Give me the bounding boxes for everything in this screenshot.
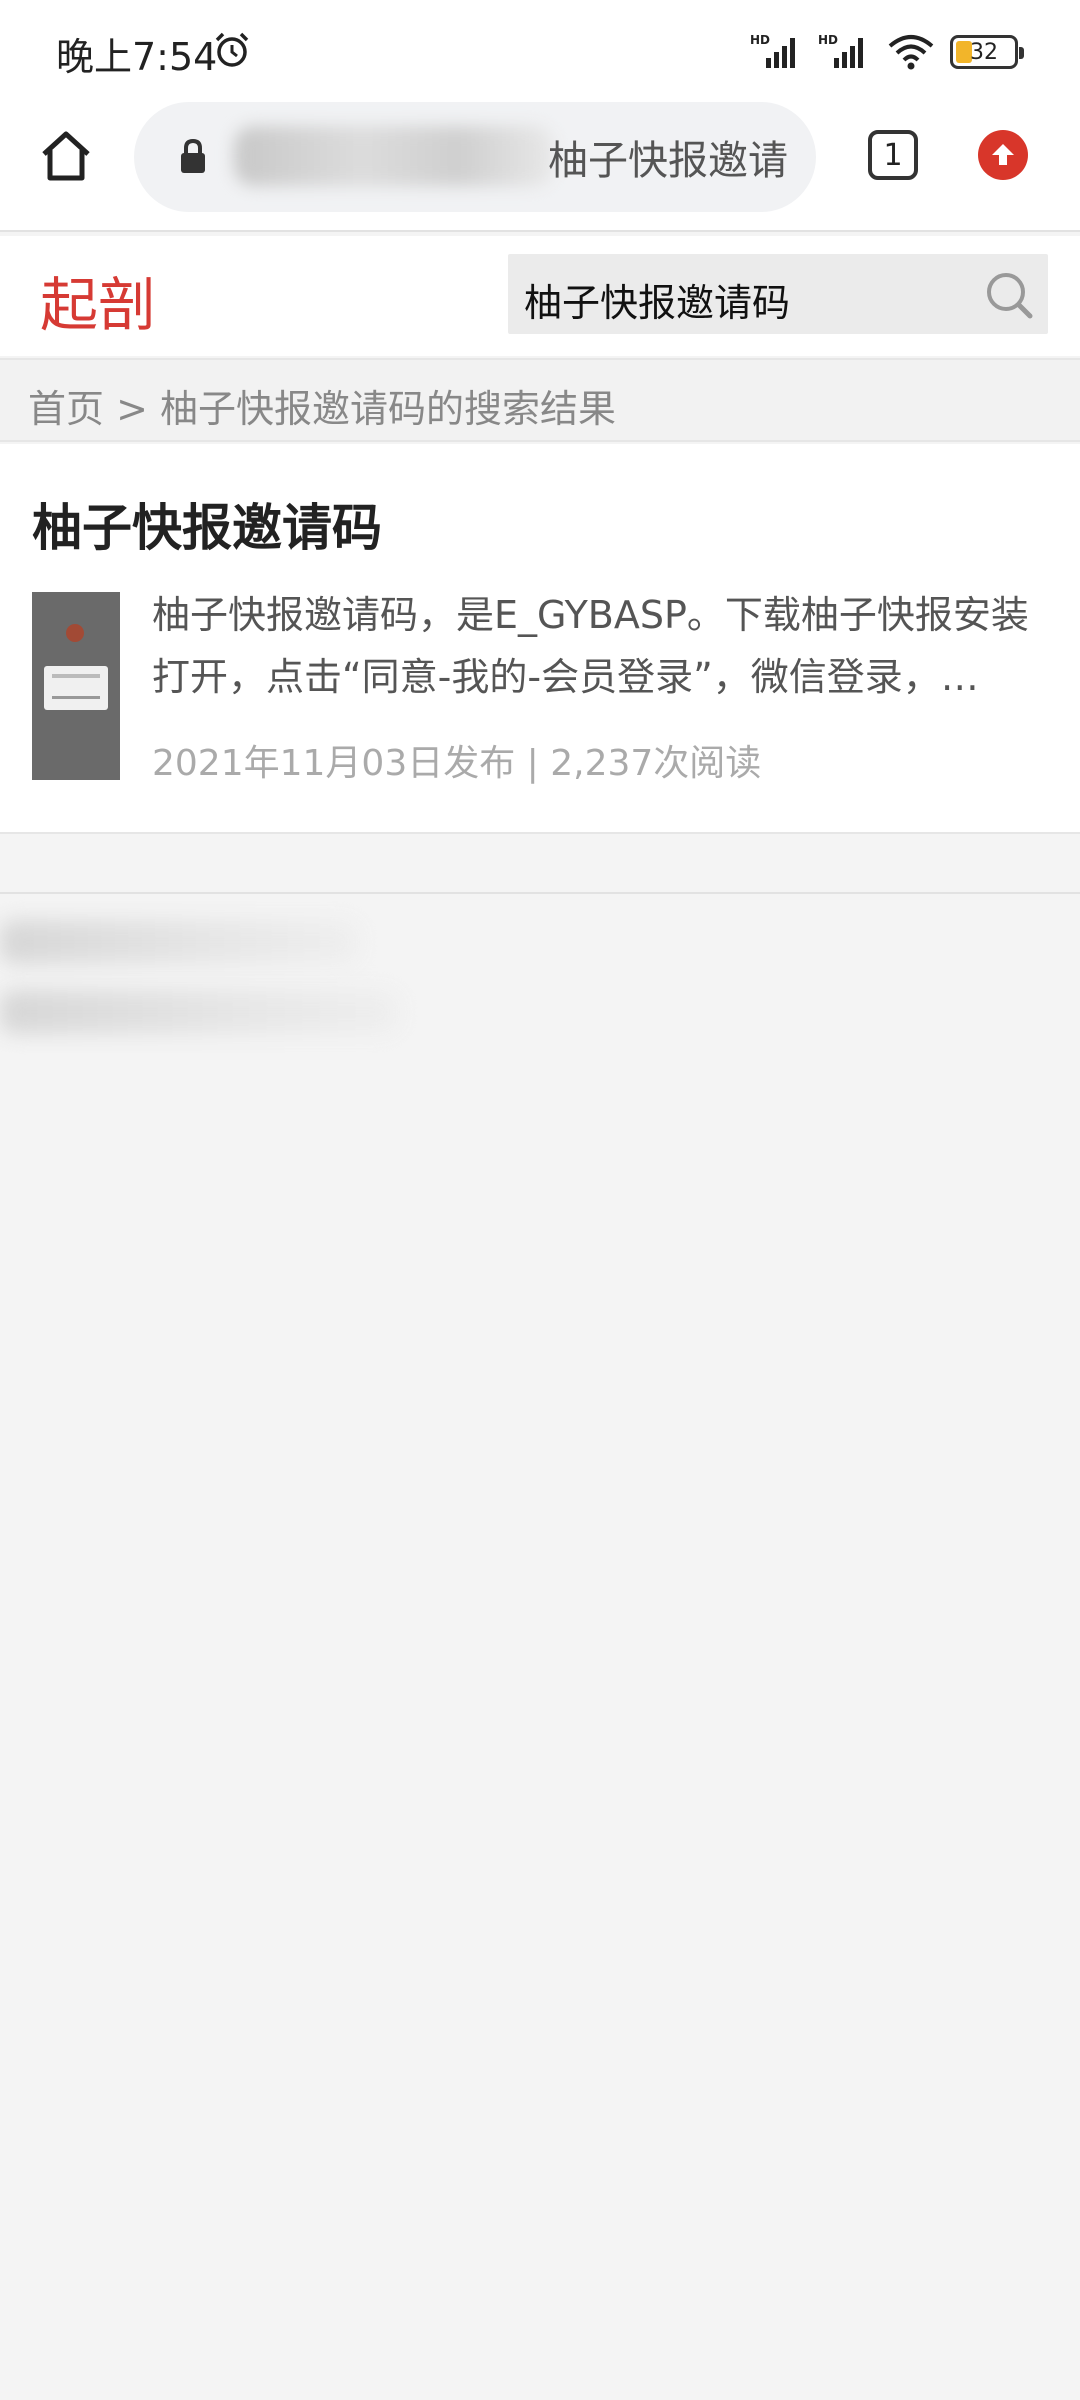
- site-header: 起剖 柚子快报邀请码: [0, 236, 1080, 356]
- result-meta: 2021年11月03日发布 | 2,237次阅读: [152, 743, 762, 784]
- site-search-box[interactable]: 柚子快报邀请码: [508, 254, 1048, 334]
- home-icon[interactable]: [36, 126, 96, 186]
- tab-count: 1: [883, 137, 903, 173]
- signal-icon: HD: [750, 33, 795, 68]
- update-button[interactable]: [978, 130, 1028, 180]
- result-snippet: 柚子快报邀请码，是E_GYBASP。下载柚子快报安装打开，点击“同意-我的-会员…: [152, 593, 1029, 699]
- status-bar: 晚上7:54 HD HD 32: [0, 0, 1080, 100]
- site-logo[interactable]: 起剖: [40, 258, 156, 342]
- blurred-content: [0, 920, 360, 964]
- section-divider: [0, 892, 1080, 894]
- arrow-up-icon: [992, 144, 1014, 165]
- thumbnail-logo: [66, 624, 84, 642]
- url-domain-blurred: [234, 126, 554, 186]
- battery-icon: 32: [950, 35, 1024, 69]
- tab-switcher-button[interactable]: 1: [868, 130, 918, 180]
- breadcrumb[interactable]: 首页 > 柚子快报邀请码的搜索结果: [0, 358, 1080, 442]
- svg-text:HD: HD: [818, 33, 838, 47]
- browser-toolbar: 柚子快报邀请 1: [0, 100, 1080, 232]
- lock-icon: [181, 138, 205, 173]
- status-time: 晚上7:54: [56, 35, 218, 79]
- search-result-card[interactable]: 柚子快报邀请码 柚子快报邀请码，是E_GYBASP。下载柚子快报安装打开，点击“…: [0, 444, 1080, 834]
- svg-text:HD: HD: [750, 33, 770, 47]
- signal-icon: HD: [818, 33, 863, 68]
- thumbnail-dialog: [44, 666, 108, 710]
- wifi-icon: [888, 35, 934, 70]
- search-icon[interactable]: [982, 268, 1036, 322]
- battery-percent: 32: [970, 39, 998, 65]
- status-icons: HD HD 32: [750, 30, 1024, 74]
- result-title[interactable]: 柚子快报邀请码: [32, 488, 382, 560]
- url-text: 柚子快报邀请: [548, 138, 788, 184]
- alarm-icon: [215, 32, 249, 67]
- address-bar[interactable]: 柚子快报邀请: [134, 102, 816, 212]
- site-search-input[interactable]: 柚子快报邀请码: [524, 272, 790, 327]
- result-thumbnail[interactable]: [32, 592, 120, 780]
- blurred-content: [0, 990, 400, 1034]
